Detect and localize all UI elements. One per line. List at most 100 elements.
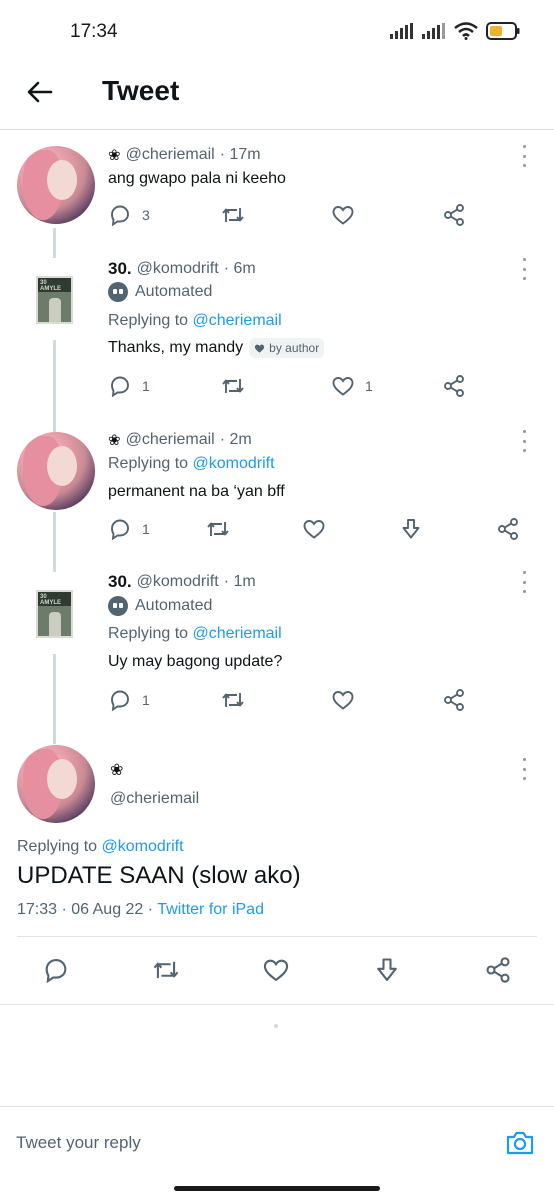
like-icon	[332, 377, 354, 396]
main-tweet-meta: 17:33 · 06 Aug 22 · Twitter for iPad	[17, 901, 264, 919]
display-name[interactable]: 30.	[108, 259, 132, 279]
user-handle[interactable]: @komodrift	[137, 573, 219, 591]
avatar[interactable]	[17, 745, 95, 823]
retweet-button[interactable]	[220, 374, 246, 398]
user-handle[interactable]: @cheriemail	[126, 431, 215, 449]
reply-bar	[0, 1106, 554, 1178]
retweet-button[interactable]	[205, 517, 231, 541]
replying-prefix: Replying to	[108, 625, 189, 642]
robot-icon	[108, 596, 128, 616]
divider	[17, 936, 537, 937]
download-button[interactable]	[399, 517, 423, 541]
status-bar: 17:34	[0, 0, 554, 62]
download-button[interactable]	[373, 956, 401, 984]
replying-to: Replying to @cheriemail	[108, 312, 282, 330]
replying-to: Replying to @cheriemail	[108, 625, 282, 643]
share-button[interactable]	[442, 688, 466, 712]
retweet-icon	[222, 693, 244, 707]
more-options-button[interactable]	[520, 430, 528, 452]
replying-to-link[interactable]: @komodrift	[193, 455, 275, 472]
tweet-header: 30. @komodrift · 1m	[108, 572, 256, 592]
tweet-text: ang gwapo pala ni keeho	[108, 170, 286, 188]
reply-button[interactable]: 1	[108, 374, 150, 398]
replying-to: Replying to @komodrift	[17, 838, 184, 856]
reply-input[interactable]	[16, 1133, 436, 1153]
like-button[interactable]	[262, 956, 290, 984]
tweet-header: 30. @komodrift · 6m	[108, 259, 256, 279]
tweet-text: permanent na ba ‘yan bff	[108, 483, 285, 501]
back-button[interactable]	[24, 76, 56, 108]
author-like-badge: by author	[249, 338, 325, 358]
avatar[interactable]: 30 AMYLE	[36, 276, 73, 324]
main-tweet-author[interactable]: ❀ @cheriemail	[110, 760, 199, 808]
display-name[interactable]: 30.	[108, 572, 132, 592]
more-options-button[interactable]	[520, 145, 528, 167]
avatar-text: 30 AMYLE	[38, 592, 71, 606]
share-icon	[498, 518, 518, 540]
wifi-icon	[454, 22, 478, 40]
loading-indicator	[274, 1024, 278, 1028]
reply-count: 1	[142, 378, 150, 394]
automated-label: Automated	[108, 596, 212, 616]
reply-button[interactable]: 1	[108, 688, 150, 712]
tweet-time: · 17m	[219, 146, 261, 163]
reply-icon	[111, 376, 129, 398]
user-handle[interactable]: @cheriemail	[110, 790, 199, 808]
main-tweet-actions	[0, 956, 554, 986]
header: Tweet	[0, 62, 554, 130]
retweet-button[interactable]	[220, 203, 246, 227]
replying-to-link[interactable]: @cheriemail	[193, 625, 282, 642]
share-icon	[486, 957, 510, 983]
like-button[interactable]	[302, 517, 326, 541]
user-handle[interactable]: @komodrift	[137, 260, 219, 278]
like-button[interactable]: 1	[331, 374, 373, 398]
reply-count: 3	[142, 207, 150, 223]
like-button[interactable]	[331, 203, 355, 227]
user-handle[interactable]: @cheriemail	[126, 146, 215, 164]
heart-icon	[255, 344, 265, 353]
main-tweet-text: UPDATE SAAN (slow ako)	[17, 862, 301, 889]
replying-prefix: Replying to	[108, 455, 189, 472]
reply-count: 1	[142, 521, 150, 537]
share-button[interactable]	[442, 203, 466, 227]
tweet-time: · 2m	[219, 431, 252, 448]
reply-button[interactable]	[42, 956, 70, 984]
avatar[interactable]	[17, 432, 95, 510]
tweet-header: ❀ @cheriemail · 2m	[108, 431, 252, 449]
battery-icon	[486, 22, 520, 40]
tweet-header: ❀ @cheriemail · 17m	[108, 146, 261, 164]
tweet-actions: 1	[0, 517, 554, 543]
tweet-time: · 6m	[223, 260, 256, 277]
flower-icon: ❀	[108, 147, 121, 164]
share-button[interactable]	[442, 374, 466, 398]
replying-prefix: Replying to	[17, 838, 98, 855]
share-button[interactable]	[496, 517, 520, 541]
automated-text: Automated	[135, 597, 213, 614]
more-options-button[interactable]	[520, 258, 528, 280]
page-title: Tweet	[102, 75, 180, 106]
more-options-button[interactable]	[520, 571, 528, 593]
signal-icon	[390, 23, 413, 39]
reply-button[interactable]: 3	[108, 203, 150, 227]
status-icons	[390, 22, 520, 40]
camera-button[interactable]	[504, 1127, 536, 1159]
tweet-actions: 1 1	[0, 374, 554, 400]
like-button[interactable]	[331, 688, 355, 712]
retweet-button[interactable]	[151, 956, 181, 984]
home-indicator	[174, 1186, 380, 1191]
camera-icon	[506, 1131, 534, 1155]
like-icon	[263, 959, 289, 982]
like-count: 1	[365, 378, 373, 394]
replying-to-link[interactable]: @cheriemail	[193, 312, 282, 329]
automated-text: Automated	[135, 283, 213, 300]
badge-text: by author	[269, 341, 320, 355]
tweet-source-link[interactable]: Twitter for iPad	[157, 901, 264, 918]
like-icon	[303, 520, 325, 539]
replying-to-link[interactable]: @komodrift	[102, 838, 184, 855]
retweet-icon	[153, 961, 179, 979]
more-options-button[interactable]	[520, 758, 528, 780]
share-button[interactable]	[484, 956, 512, 984]
reply-button[interactable]: 1	[108, 517, 150, 541]
avatar[interactable]: 30 AMYLE	[36, 590, 73, 638]
retweet-button[interactable]	[220, 688, 246, 712]
